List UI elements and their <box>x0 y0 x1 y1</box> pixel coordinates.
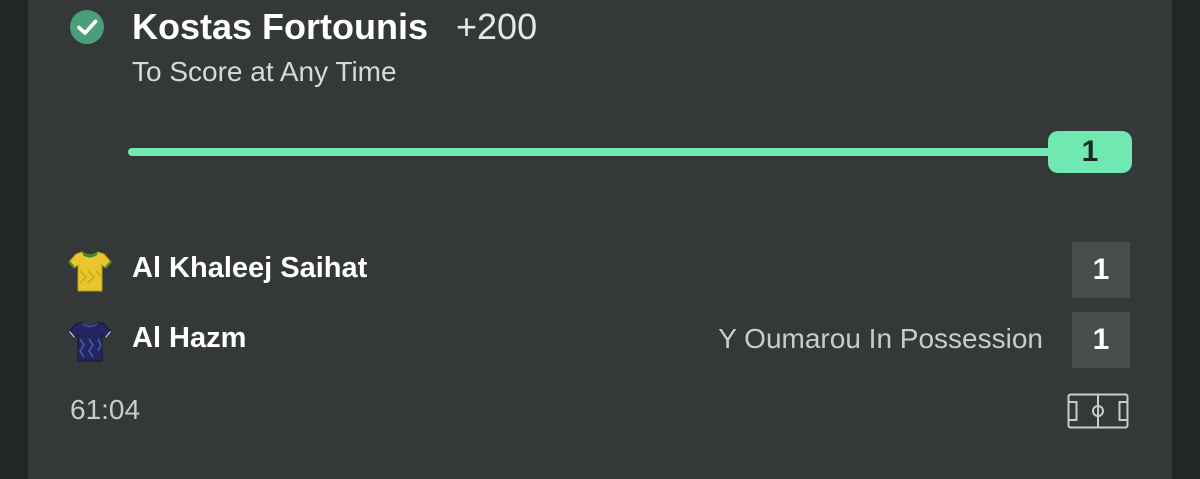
selection-header: Kostas Fortounis +200 <box>132 6 537 48</box>
progress-fill <box>128 148 1058 156</box>
match-clock: 61:04 <box>70 394 141 425</box>
home-team-name: Al Khaleej Saihat <box>132 252 368 284</box>
away-score: 1 <box>1072 312 1130 368</box>
market-name: To Score at Any Time <box>132 56 397 87</box>
home-score: 1 <box>1072 242 1130 298</box>
check-circle-icon <box>70 10 104 44</box>
navy-shirt-icon <box>68 321 112 362</box>
player-name: Kostas Fortounis <box>132 6 429 47</box>
team-row-away: Al Hazm Y Oumarou In Possession 1 <box>0 312 1200 368</box>
pitch-icon[interactable] <box>1067 393 1129 429</box>
odds-value: +200 <box>456 6 538 47</box>
possession-status: Y Oumarou In Possession <box>718 323 1043 354</box>
progress-track <box>128 148 1058 156</box>
yellow-shirt-icon <box>68 251 112 292</box>
progress-badge: 1 <box>1048 131 1132 173</box>
away-team-name: Al Hazm <box>132 322 247 354</box>
team-row-home: Al Khaleej Saihat 1 <box>0 242 1200 298</box>
